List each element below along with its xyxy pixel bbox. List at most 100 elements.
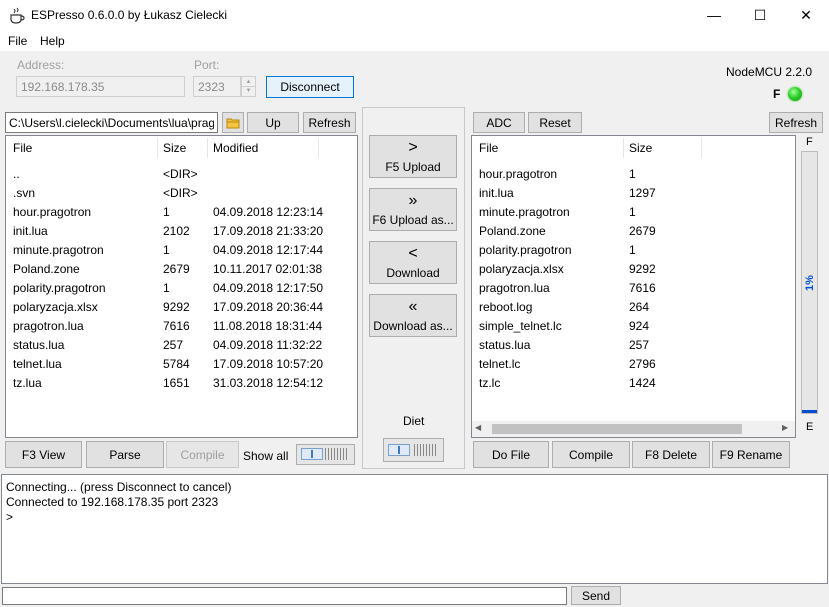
horizontal-scrollbar[interactable]: ◀ ▶: [472, 421, 795, 437]
upload-button[interactable]: > F5 Upload: [369, 135, 457, 178]
coffee-cup-icon: [10, 7, 25, 24]
console-line: Connecting... (press Disconnect to cance…: [6, 480, 232, 494]
cell-size: 7616: [163, 319, 190, 333]
port-stepper[interactable]: ▲ ▼: [241, 76, 256, 97]
table-row[interactable]: hour.pragotron 1: [472, 164, 795, 183]
cell-size: 264: [629, 300, 650, 314]
download-as-button[interactable]: « Download as...: [369, 294, 457, 337]
double-arrow-left-icon: «: [408, 297, 418, 315]
menu-help[interactable]: Help: [40, 34, 65, 48]
view-button[interactable]: F3 View: [5, 441, 82, 468]
cell-size: 1424: [629, 376, 656, 390]
download-as-label: Download as...: [373, 318, 453, 333]
address-label: Address:: [17, 58, 65, 72]
cell-size: 1297: [629, 186, 656, 200]
table-row[interactable]: Poland.zone 2679: [472, 221, 795, 240]
local-col-file[interactable]: File: [13, 141, 32, 155]
table-row[interactable]: tz.lc 1424: [472, 373, 795, 392]
cell-file: tz.lua: [13, 376, 42, 390]
send-button[interactable]: Send: [571, 586, 621, 605]
double-arrow-right-icon: »: [408, 191, 418, 209]
diet-toggle[interactable]: [383, 438, 444, 462]
local-refresh-button[interactable]: Refresh: [303, 112, 356, 133]
table-row[interactable]: pragotron.lua 7616 11.08.2018 18:31:44: [6, 316, 357, 335]
console-output[interactable]: Connecting... (press Disconnect to cance…: [1, 474, 828, 584]
stepper-up-icon[interactable]: ▲: [242, 77, 255, 87]
local-col-size[interactable]: Size: [163, 141, 186, 155]
table-row[interactable]: hour.pragotron 1 04.09.2018 12:23:14: [6, 202, 357, 221]
table-row[interactable]: .. <DIR>: [6, 164, 357, 183]
cell-modified: 04.09.2018 12:17:50: [213, 281, 324, 295]
cell-file: pragotron.lua: [479, 281, 550, 295]
column-divider: [623, 138, 624, 158]
table-row[interactable]: polarity.pragotron 1 04.09.2018 12:17:50: [6, 278, 357, 297]
disconnect-button[interactable]: Disconnect: [266, 76, 354, 98]
local-col-modified[interactable]: Modified: [213, 141, 258, 155]
local-path-input[interactable]: [5, 112, 218, 133]
maximize-button[interactable]: ☐: [737, 0, 783, 31]
table-row[interactable]: Poland.zone 2679 10.11.2017 02:01:38: [6, 259, 357, 278]
table-row[interactable]: pragotron.lua 7616: [472, 278, 795, 297]
table-row[interactable]: polarity.pragotron 1: [472, 240, 795, 259]
status-led-icon: [788, 87, 802, 101]
table-row[interactable]: telnet.lua 5784 17.09.2018 10:57:20: [6, 354, 357, 373]
cell-file: reboot.log: [479, 300, 533, 314]
remote-col-size[interactable]: Size: [629, 141, 652, 155]
table-row[interactable]: .svn <DIR>: [6, 183, 357, 202]
folder-icon: [226, 118, 240, 128]
column-divider: [318, 138, 319, 158]
up-button[interactable]: Up: [247, 112, 299, 133]
port-label: Port:: [194, 58, 220, 72]
remote-file-list[interactable]: File Size hour.pragotron 1 init.lua 1297 min…: [471, 135, 796, 438]
remote-col-file[interactable]: File: [479, 141, 498, 155]
address-field[interactable]: [16, 76, 185, 97]
table-row[interactable]: init.lua 1297: [472, 183, 795, 202]
table-row[interactable]: polaryzacja.xlsx 9292 17.09.2018 20:36:44: [6, 297, 357, 316]
reset-button[interactable]: Reset: [528, 112, 582, 133]
cell-modified: 04.09.2018 12:17:44: [213, 243, 324, 257]
download-button[interactable]: < Download: [369, 241, 457, 284]
browse-folder-button[interactable]: [222, 112, 244, 133]
table-row[interactable]: telnet.lc 2796: [472, 354, 795, 373]
table-row[interactable]: status.lua 257: [472, 335, 795, 354]
table-row[interactable]: minute.pragotron 1: [472, 202, 795, 221]
port-field[interactable]: [193, 76, 241, 97]
arrow-left-icon: <: [408, 244, 418, 262]
cell-file: telnet.lc: [479, 357, 521, 371]
cell-size: 2102: [163, 224, 190, 238]
rename-button[interactable]: F9 Rename: [712, 441, 790, 468]
scroll-right-icon[interactable]: ▶: [782, 423, 788, 432]
parse-button[interactable]: Parse: [86, 441, 164, 468]
cell-file: telnet.lua: [13, 357, 62, 371]
scrollbar-thumb[interactable]: [492, 424, 742, 434]
local-file-list[interactable]: File Size Modified .. <DIR> .svn <DIR> hour.…: [5, 135, 358, 438]
delete-button[interactable]: F8 Delete: [632, 441, 710, 468]
table-row[interactable]: polaryzacja.xlsx 9292: [472, 259, 795, 278]
cell-file: status.lua: [479, 338, 531, 352]
local-compile-button[interactable]: Compile: [166, 441, 239, 468]
table-row[interactable]: status.lua 257 04.09.2018 11:32:22: [6, 335, 357, 354]
do-file-button[interactable]: Do File: [473, 441, 549, 468]
console-input[interactable]: [2, 587, 567, 605]
adc-button[interactable]: ADC: [473, 112, 525, 133]
stepper-down-icon[interactable]: ▼: [242, 87, 255, 96]
cell-size: <DIR>: [163, 186, 198, 200]
table-row[interactable]: tz.lua 1651 31.03.2018 12:54:12: [6, 373, 357, 392]
menu-file[interactable]: File: [8, 34, 27, 48]
table-row[interactable]: init.lua 2102 17.09.2018 21:33:20: [6, 221, 357, 240]
scroll-left-icon[interactable]: ◀: [475, 423, 481, 432]
cell-size: 1: [629, 243, 636, 257]
cell-file: ..: [13, 167, 20, 181]
table-row[interactable]: minute.pragotron 1 04.09.2018 12:17:44: [6, 240, 357, 259]
remote-compile-button[interactable]: Compile: [552, 441, 630, 468]
show-all-toggle[interactable]: [296, 444, 355, 465]
close-button[interactable]: ✕: [783, 0, 829, 31]
remote-refresh-button[interactable]: Refresh: [769, 112, 823, 133]
table-row[interactable]: simple_telnet.lc 924: [472, 316, 795, 335]
memory-full-label: F: [806, 136, 813, 148]
table-row[interactable]: reboot.log 264: [472, 297, 795, 316]
column-divider: [207, 138, 208, 158]
minimize-button[interactable]: —: [691, 0, 737, 31]
cell-size: 5784: [163, 357, 190, 371]
upload-as-button[interactable]: » F6 Upload as...: [369, 188, 457, 231]
